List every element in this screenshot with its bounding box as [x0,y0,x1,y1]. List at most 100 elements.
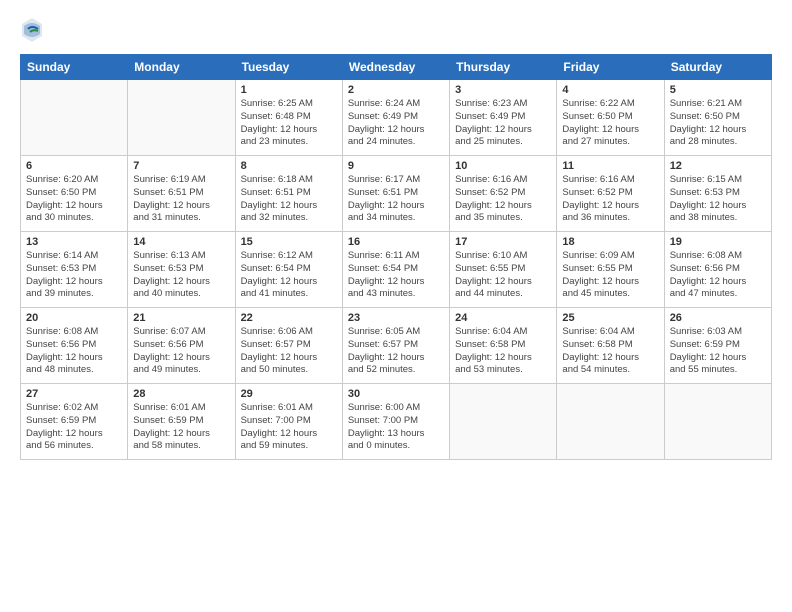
day-number: 26 [670,312,766,324]
day-number: 16 [348,236,444,248]
day-info: Sunrise: 6:25 AM Sunset: 6:48 PM Dayligh… [241,98,337,149]
day-cell: 14Sunrise: 6:13 AM Sunset: 6:53 PM Dayli… [128,232,235,308]
day-number: 10 [455,160,551,172]
day-info: Sunrise: 6:16 AM Sunset: 6:52 PM Dayligh… [455,174,551,225]
day-cell: 24Sunrise: 6:04 AM Sunset: 6:58 PM Dayli… [450,308,557,384]
day-info: Sunrise: 6:09 AM Sunset: 6:55 PM Dayligh… [562,250,658,301]
day-cell: 25 Sunrise: 6:04 AM Sunset: 6:58 PM Dayli… [557,308,664,384]
day-cell: 19 Sunrise: 6:08 AM Sunset: 6:56 PM Dayli… [664,232,771,308]
week-row-2: 6 Sunrise: 6:20 AM Sunset: 6:50 PM Daylig… [21,156,772,232]
day-cell: 9 Sunrise: 6:17 AM Sunset: 6:51 PM Daylig… [342,156,449,232]
day-cell: 16 Sunrise: 6:11 AM Sunset: 6:54 PM Dayli… [342,232,449,308]
day-info: Sunrise: 6:15 AM Sunset: 6:53 PM Dayligh… [670,174,766,225]
day-info: Sunrise: 6:12 AM Sunset: 6:54 PM Dayligh… [241,250,337,301]
day-number: 12 [670,160,766,172]
day-info: Sunrise: 6:16 AM Sunset: 6:52 PM Dayligh… [562,174,658,225]
day-info: Sunrise: 6:11 AM Sunset: 6:54 PM Dayligh… [348,250,444,301]
day-cell: 28 Sunrise: 6:01 AM Sunset: 6:59 PM Dayli… [128,384,235,460]
day-cell: 6 Sunrise: 6:20 AM Sunset: 6:50 PM Daylig… [21,156,128,232]
header-wednesday: Wednesday [342,55,449,80]
header-saturday: Saturday [664,55,771,80]
day-info: Sunrise: 6:14 AM Sunset: 6:53 PM Dayligh… [26,250,122,301]
day-info: Sunrise: 6:00 AM Sunset: 7:00 PM Dayligh… [348,402,444,453]
day-number: 14 [133,236,229,248]
day-cell: 13 Sunrise: 6:14 AM Sunset: 6:53 PM Dayli… [21,232,128,308]
week-row-5: 27 Sunrise: 6:02 AM Sunset: 6:59 PM Dayli… [21,384,772,460]
header [20,16,772,44]
day-number: 17 [455,236,551,248]
day-number: 3 [455,84,551,96]
day-cell: 18 Sunrise: 6:09 AM Sunset: 6:55 PM Dayli… [557,232,664,308]
day-number: 25 [562,312,658,324]
day-info: Sunrise: 6:20 AM Sunset: 6:50 PM Dayligh… [26,174,122,225]
day-number: 4 [562,84,658,96]
header-thursday: Thursday [450,55,557,80]
day-cell: 5Sunrise: 6:21 AM Sunset: 6:50 PM Daylig… [664,80,771,156]
day-info: Sunrise: 6:01 AM Sunset: 6:59 PM Dayligh… [133,402,229,453]
header-friday: Friday [557,55,664,80]
day-cell: 8 Sunrise: 6:18 AM Sunset: 6:51 PM Daylig… [235,156,342,232]
day-cell: 27 Sunrise: 6:02 AM Sunset: 6:59 PM Dayli… [21,384,128,460]
day-cell: 26Sunrise: 6:03 AM Sunset: 6:59 PM Dayli… [664,308,771,384]
day-cell [128,80,235,156]
day-cell: 7 Sunrise: 6:19 AM Sunset: 6:51 PM Daylig… [128,156,235,232]
day-info: Sunrise: 6:24 AM Sunset: 6:49 PM Dayligh… [348,98,444,149]
logo-icon [20,16,44,44]
day-info: Sunrise: 6:18 AM Sunset: 6:51 PM Dayligh… [241,174,337,225]
day-number: 21 [133,312,229,324]
day-number: 28 [133,388,229,400]
day-info: Sunrise: 6:10 AM Sunset: 6:55 PM Dayligh… [455,250,551,301]
day-number: 27 [26,388,122,400]
day-number: 7 [133,160,229,172]
day-info: Sunrise: 6:06 AM Sunset: 6:57 PM Dayligh… [241,326,337,377]
day-cell [450,384,557,460]
day-cell [21,80,128,156]
day-info: Sunrise: 6:08 AM Sunset: 6:56 PM Dayligh… [26,326,122,377]
day-number: 9 [348,160,444,172]
calendar-header-row: SundayMondayTuesdayWednesdayThursdayFrid… [21,55,772,80]
week-row-3: 13 Sunrise: 6:14 AM Sunset: 6:53 PM Dayli… [21,232,772,308]
day-cell: 22Sunrise: 6:06 AM Sunset: 6:57 PM Dayli… [235,308,342,384]
day-number: 6 [26,160,122,172]
day-number: 18 [562,236,658,248]
day-cell: 23 Sunrise: 6:05 AM Sunset: 6:57 PM Dayli… [342,308,449,384]
page: SundayMondayTuesdayWednesdayThursdayFrid… [0,0,792,612]
day-info: Sunrise: 6:02 AM Sunset: 6:59 PM Dayligh… [26,402,122,453]
day-cell: 4 Sunrise: 6:22 AM Sunset: 6:50 PM Daylig… [557,80,664,156]
day-number: 30 [348,388,444,400]
day-info: Sunrise: 6:22 AM Sunset: 6:50 PM Dayligh… [562,98,658,149]
day-cell: 11 Sunrise: 6:16 AM Sunset: 6:52 PM Dayli… [557,156,664,232]
week-row-1: 1 Sunrise: 6:25 AM Sunset: 6:48 PM Daylig… [21,80,772,156]
day-info: Sunrise: 6:05 AM Sunset: 6:57 PM Dayligh… [348,326,444,377]
day-cell: 1 Sunrise: 6:25 AM Sunset: 6:48 PM Daylig… [235,80,342,156]
day-info: Sunrise: 6:17 AM Sunset: 6:51 PM Dayligh… [348,174,444,225]
day-cell: 17 Sunrise: 6:10 AM Sunset: 6:55 PM Dayli… [450,232,557,308]
day-info: Sunrise: 6:01 AM Sunset: 7:00 PM Dayligh… [241,402,337,453]
day-number: 2 [348,84,444,96]
day-info: Sunrise: 6:08 AM Sunset: 6:56 PM Dayligh… [670,250,766,301]
day-number: 29 [241,388,337,400]
day-number: 19 [670,236,766,248]
day-number: 8 [241,160,337,172]
day-info: Sunrise: 6:21 AM Sunset: 6:50 PM Dayligh… [670,98,766,149]
day-cell [557,384,664,460]
day-info: Sunrise: 6:04 AM Sunset: 6:58 PM Dayligh… [562,326,658,377]
day-cell: 3 Sunrise: 6:23 AM Sunset: 6:49 PM Daylig… [450,80,557,156]
day-cell: 12 Sunrise: 6:15 AM Sunset: 6:53 PM Dayli… [664,156,771,232]
day-number: 1 [241,84,337,96]
day-cell: 2 Sunrise: 6:24 AM Sunset: 6:49 PM Daylig… [342,80,449,156]
day-info: Sunrise: 6:23 AM Sunset: 6:49 PM Dayligh… [455,98,551,149]
calendar: SundayMondayTuesdayWednesdayThursdayFrid… [20,54,772,460]
day-cell: 21 Sunrise: 6:07 AM Sunset: 6:56 PM Dayli… [128,308,235,384]
day-cell [664,384,771,460]
day-number: 13 [26,236,122,248]
day-cell: 29 Sunrise: 6:01 AM Sunset: 7:00 PM Dayli… [235,384,342,460]
day-number: 23 [348,312,444,324]
day-info: Sunrise: 6:19 AM Sunset: 6:51 PM Dayligh… [133,174,229,225]
day-number: 11 [562,160,658,172]
day-info: Sunrise: 6:07 AM Sunset: 6:56 PM Dayligh… [133,326,229,377]
day-number: 20 [26,312,122,324]
day-cell: 20 Sunrise: 6:08 AM Sunset: 6:56 PM Dayli… [21,308,128,384]
logo [20,16,46,44]
day-number: 24 [455,312,551,324]
